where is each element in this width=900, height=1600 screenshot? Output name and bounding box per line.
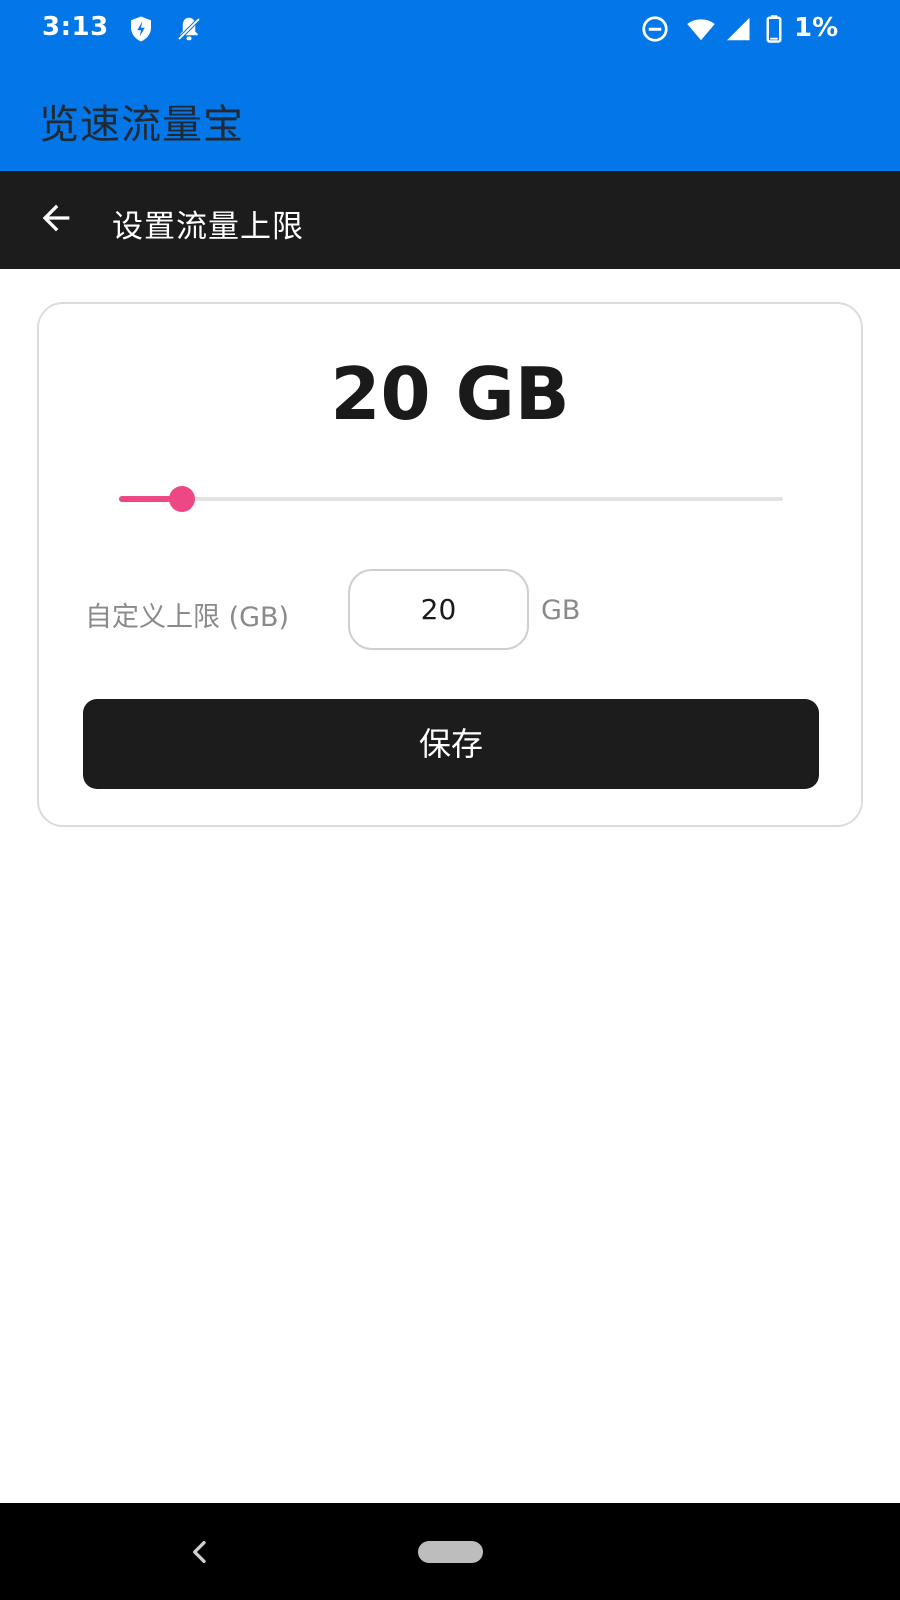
shield-icon <box>126 14 156 44</box>
custom-limit-label: 自定义上限 (GB) <box>85 602 290 633</box>
nav-back-icon[interactable] <box>184 1536 216 1568</box>
custom-limit-input[interactable] <box>348 569 529 650</box>
wifi-icon <box>686 14 716 44</box>
nav-home-pill[interactable] <box>418 1541 483 1563</box>
page-title: 设置流量上限 <box>112 209 304 245</box>
battery-icon <box>763 14 785 44</box>
unit-label: GB <box>541 595 581 626</box>
slider-track <box>119 497 783 501</box>
battery-percent: 1% <box>794 13 839 43</box>
limit-card: 20 GB 自定义上限 (GB) GB 保存 <box>37 302 863 827</box>
app-bar: 览速流量宝 <box>0 58 900 171</box>
back-button[interactable] <box>36 198 76 238</box>
page-header: 设置流量上限 <box>0 171 900 269</box>
cell-signal-icon <box>722 14 752 44</box>
arrow-left-icon <box>36 198 76 238</box>
slider-thumb[interactable] <box>169 486 196 512</box>
navigation-bar <box>0 1503 900 1600</box>
screen: 3:13 1% 览速流量宝 设置流量上限 20 GB 自定义上限 (GB) 20… <box>0 0 900 1600</box>
status-time: 3:13 <box>42 12 109 42</box>
status-bar: 3:13 1% <box>0 0 900 58</box>
notifications-off-icon <box>174 14 204 44</box>
app-title: 览速流量宝 <box>39 102 244 148</box>
limit-slider[interactable] <box>119 479 783 519</box>
do-not-disturb-icon <box>640 14 670 44</box>
save-button[interactable]: 保存 <box>83 699 819 789</box>
limit-value-display: 20 GB <box>330 352 570 436</box>
